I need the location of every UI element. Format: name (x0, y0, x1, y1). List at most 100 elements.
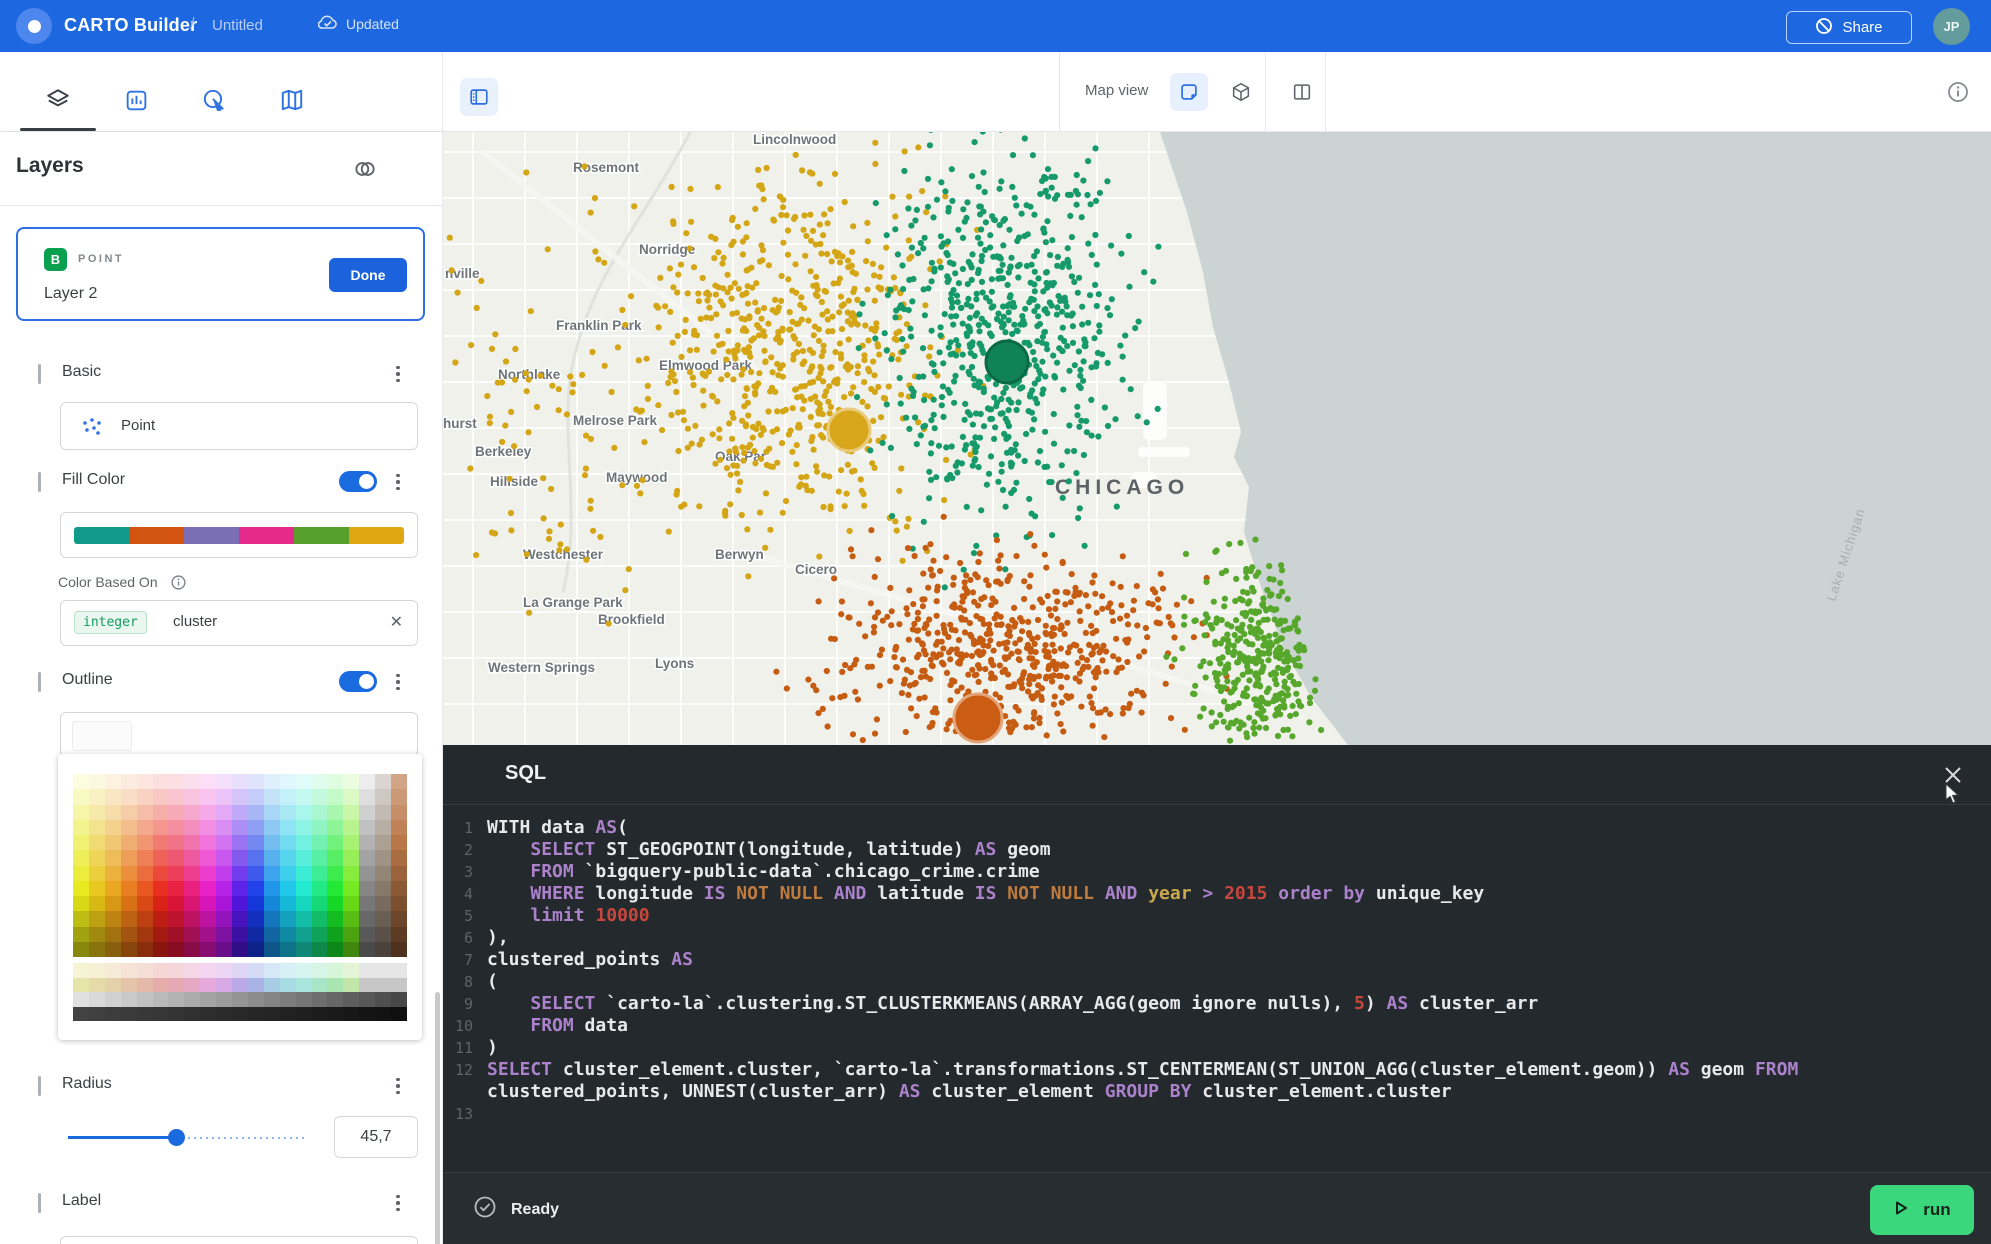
layer-geometry-type: POINT (78, 253, 124, 265)
basic-label: Basic (62, 363, 101, 381)
sql-panel-header: SQL (443, 745, 1991, 805)
svg-text:CHICAGO: CHICAGO (1055, 476, 1189, 499)
section-tick (38, 1076, 41, 1096)
svg-text:Berwyn: Berwyn (715, 547, 764, 562)
radius-label: Radius (62, 1075, 112, 1093)
svg-text:Westchester: Westchester (523, 547, 604, 562)
sql-editor[interactable]: 1WITH data AS(2 SELECT ST_GEOGPOINT(long… (443, 817, 1991, 1125)
done-button[interactable]: Done (329, 258, 407, 292)
slider-remainder (176, 1137, 308, 1139)
geometry-type-value: Point (121, 417, 155, 434)
slider-fill (68, 1136, 176, 1139)
info-circle-icon[interactable] (170, 574, 187, 594)
svg-text:Lyons: Lyons (655, 656, 694, 671)
run-label: run (1923, 1200, 1950, 1220)
layer-name: Layer 2 (44, 285, 97, 303)
radius-menu-button[interactable] (387, 1074, 409, 1098)
fill-color-section-header: Fill Color (0, 466, 443, 498)
tab-interactions[interactable] (200, 86, 228, 114)
map-toolbar: Map view (443, 52, 1991, 132)
app-window: CARTO Builder / Untitled Updated Share J… (0, 0, 1991, 1244)
color-based-on-label: Color Based On (58, 574, 187, 594)
label-menu-button[interactable] (387, 1191, 409, 1215)
color-picker-spectrum[interactable] (73, 774, 407, 957)
svg-text:Western Springs: Western Springs (488, 660, 595, 675)
color-picker-shades[interactable] (73, 963, 407, 1021)
slider-handle[interactable] (168, 1129, 185, 1146)
shore-patches (1131, 382, 1190, 488)
tab-basemap[interactable] (278, 86, 306, 114)
breadcrumb-separator: / (190, 14, 195, 34)
point-dots-icon (79, 414, 105, 445)
label-section-header: Label (0, 1187, 443, 1219)
geometry-type-selector[interactable]: Point (60, 402, 418, 450)
carto-logo[interactable] (16, 8, 52, 44)
basic-menu-button[interactable] (387, 362, 409, 386)
field-type-chip: integer (74, 611, 147, 634)
svg-text:hurst: hurst (443, 416, 477, 431)
collapse-panel-button[interactable] (460, 78, 498, 116)
color-ramp-selector[interactable] (60, 512, 418, 558)
split-view-button[interactable] (1283, 73, 1321, 111)
tab-widgets[interactable] (122, 86, 150, 114)
basic-section-header: Basic (0, 358, 443, 390)
outline-label: Outline (62, 671, 113, 689)
toolbar-divider (1059, 52, 1060, 131)
clear-field-icon[interactable]: ✕ (390, 612, 403, 632)
toolbar-divider (1265, 52, 1266, 131)
share-button[interactable]: Share (1786, 11, 1912, 44)
user-avatar[interactable]: JP (1933, 8, 1970, 45)
close-sql-icon[interactable] (1941, 763, 1965, 787)
sidebar-tabbar (0, 52, 443, 132)
sql-panel: SQL 1WITH data AS(2 SELECT ST_GEOGPOINT(… (443, 745, 1991, 1244)
svg-text:Franklin Park: Franklin Park (556, 318, 642, 333)
svg-text:Berkeley: Berkeley (475, 444, 532, 459)
layers-sidebar: Layers B POINT Layer 2 Done Basic Point … (0, 132, 443, 1244)
ready-check-icon (473, 1195, 497, 1224)
radius-value-input[interactable] (334, 1116, 418, 1158)
run-button[interactable]: run (1870, 1185, 1974, 1235)
compare-layers-icon[interactable] (352, 156, 378, 182)
outline-section-header: Outline (0, 666, 443, 698)
cloud-check-icon (318, 14, 338, 33)
outline-menu-button[interactable] (387, 670, 409, 694)
svg-text:Hillside: Hillside (490, 474, 539, 489)
map-canvas[interactable]: CHICAGO LincolnwoodRosemontNorridgenvill… (443, 132, 1991, 745)
svg-text:Cicero: Cicero (795, 562, 837, 577)
app-title: CARTO Builder (64, 15, 197, 36)
outline-toggle[interactable] (339, 671, 377, 692)
toggle-knob (359, 674, 374, 689)
map-render: CHICAGO LincolnwoodRosemontNorridgenvill… (443, 132, 1991, 745)
outline-color-field[interactable] (60, 712, 418, 757)
tab-layers[interactable] (44, 86, 72, 114)
label-field[interactable] (60, 1236, 418, 1244)
section-tick (38, 1193, 41, 1213)
divider (0, 205, 443, 206)
layer-card[interactable]: B POINT Layer 2 Done (16, 227, 425, 321)
svg-text:La Grange Park: La Grange Park (523, 595, 623, 610)
layer-source-badge: B (44, 248, 67, 271)
color-based-on-field[interactable]: integer cluster ✕ (60, 600, 418, 646)
view-2d-button[interactable] (1170, 73, 1208, 111)
private-icon (1815, 17, 1833, 39)
save-status-label: Updated (346, 16, 399, 32)
fill-color-label: Fill Color (62, 471, 125, 489)
view-3d-button[interactable] (1222, 73, 1260, 111)
toggle-knob (359, 474, 374, 489)
sidebar-scrollbar[interactable] (435, 992, 440, 1244)
play-icon (1893, 1200, 1909, 1221)
radius-slider[interactable] (68, 1136, 308, 1139)
fill-color-toggle[interactable] (339, 471, 377, 492)
section-tick (38, 364, 41, 384)
share-label: Share (1842, 19, 1882, 36)
document-title[interactable]: Untitled (212, 17, 263, 34)
map-view-label: Map view (1085, 82, 1148, 99)
active-tab-underline (20, 128, 96, 131)
sql-title: SQL (505, 762, 546, 785)
section-tick (38, 672, 41, 692)
sql-status-bar: Ready run (443, 1172, 1991, 1244)
info-icon[interactable] (1943, 77, 1973, 107)
outline-color-swatch (72, 721, 132, 751)
fill-color-menu-button[interactable] (387, 470, 409, 494)
top-header: CARTO Builder / Untitled Updated Share J… (0, 0, 1991, 52)
